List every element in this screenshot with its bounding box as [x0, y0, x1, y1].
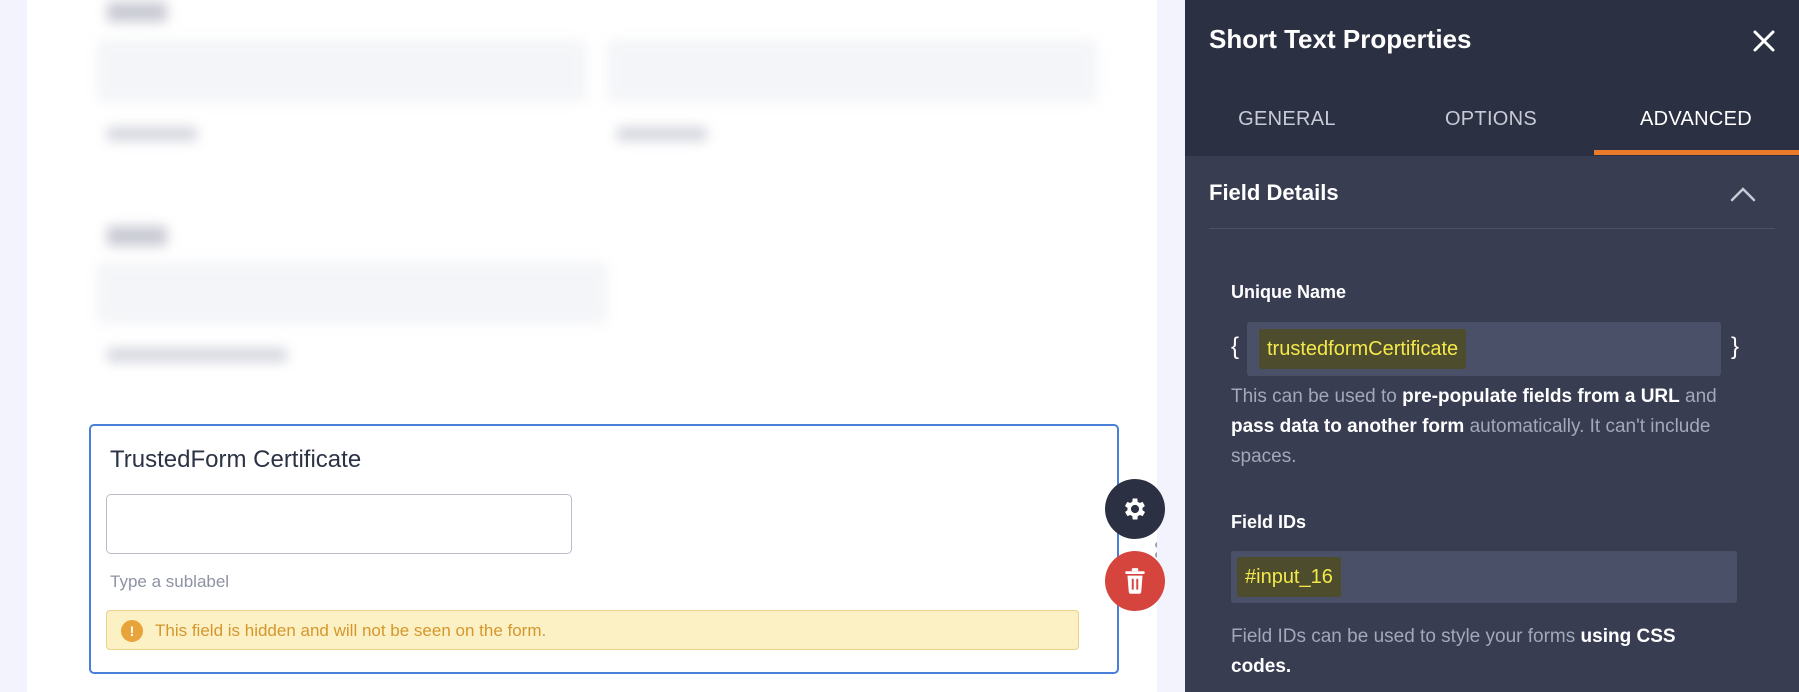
- tab-advanced[interactable]: ADVANCED: [1594, 82, 1798, 156]
- form-canvas: TrustedForm Certificate Type a sublabel …: [27, 0, 1157, 692]
- field-settings-button[interactable]: [1105, 479, 1165, 539]
- tab-general[interactable]: GENERAL: [1185, 82, 1389, 156]
- panel-header: Short Text Properties: [1185, 0, 1799, 82]
- tab-options[interactable]: OPTIONS: [1389, 82, 1593, 156]
- properties-panel: Short Text Properties GENERAL OPTIONS AD…: [1185, 0, 1799, 692]
- hidden-field-notice: ! This field is hidden and will not be s…: [106, 610, 1079, 650]
- field-ids-value: #input_16: [1237, 557, 1341, 597]
- unique-name-label: Unique Name: [1231, 282, 1347, 302]
- close-panel-button[interactable]: [1751, 28, 1777, 54]
- gear-icon: [1124, 498, 1146, 520]
- chevron-up-icon: [1730, 187, 1756, 202]
- active-tab-indicator: [1594, 150, 1799, 155]
- unique-name-value: trustedformCertificate: [1259, 329, 1467, 369]
- sublabel-input[interactable]: Type a sublabel: [110, 572, 229, 592]
- hidden-notice-text: This field is hidden and will not be see…: [155, 621, 547, 640]
- field-input[interactable]: [106, 494, 572, 554]
- unique-name-help: This can be used to pre-populate fields …: [1231, 386, 1717, 467]
- trash-icon: [1125, 568, 1145, 594]
- field-ids-label: Field IDs: [1231, 512, 1307, 532]
- section-title-field-details[interactable]: Field Details: [1209, 180, 1339, 206]
- exclamation-circle-icon: !: [121, 620, 143, 642]
- trustedform-field-card[interactable]: TrustedForm Certificate Type a sublabel …: [89, 424, 1157, 674]
- properties-tabs: GENERAL OPTIONS ADVANCED: [1185, 82, 1799, 156]
- delete-field-button[interactable]: [1105, 551, 1165, 611]
- field-ids-input[interactable]: #input_16: [1231, 551, 1737, 603]
- brace-close: }: [1731, 333, 1740, 360]
- brace-open: {: [1231, 333, 1240, 360]
- field-ids-help: Field IDs can be used to style your form…: [1231, 626, 1676, 677]
- field-title[interactable]: TrustedForm Certificate: [110, 446, 361, 474]
- section-divider: [1209, 228, 1775, 229]
- panel-title: Short Text Properties: [1209, 24, 1472, 54]
- blurred-form-fields: [27, 0, 1157, 400]
- unique-name-input[interactable]: trustedformCertificate: [1247, 322, 1721, 376]
- collapse-section-button[interactable]: [1728, 182, 1758, 206]
- close-icon: [1753, 30, 1775, 52]
